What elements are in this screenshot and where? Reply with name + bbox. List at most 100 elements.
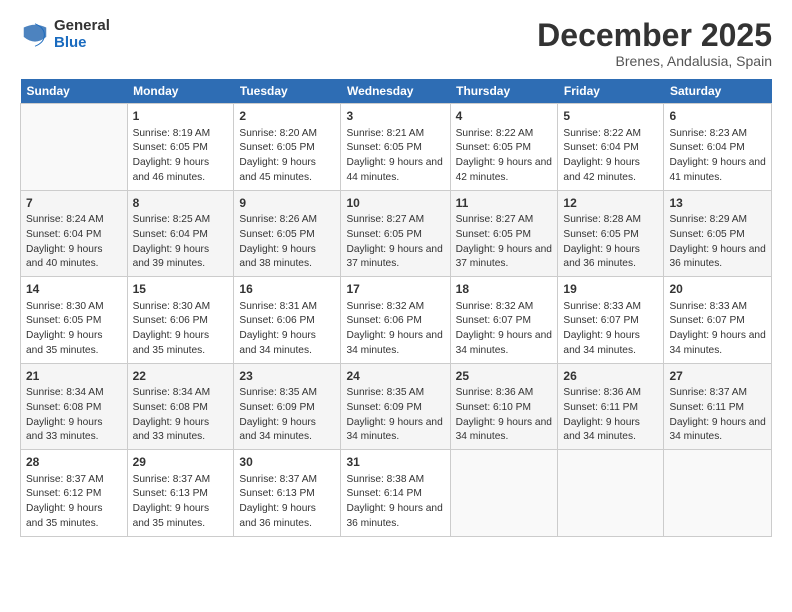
calendar-table: SundayMondayTuesdayWednesdayThursdayFrid…	[20, 79, 772, 537]
sunset-text: Sunset: 6:07 PM	[563, 315, 638, 326]
calendar-cell: 7Sunrise: 8:24 AMSunset: 6:04 PMDaylight…	[21, 190, 128, 277]
header: General Blue December 2025 Brenes, Andal…	[20, 18, 772, 69]
day-number: 21	[26, 368, 122, 385]
calendar-cell: 13 Sunrise: 8:29 AM Sunset: 6:05 PM Dayligh…	[664, 190, 772, 277]
sunrise-text: Sunrise: 8:26 AM	[239, 214, 317, 225]
sunrise-text: Sunrise: 8:37 AM	[669, 387, 747, 398]
sunset-text: Sunset: 6:07 PM	[669, 315, 744, 326]
calendar-cell	[21, 104, 128, 191]
daylight-text: Daylight: 9 hours and 34 minutes.	[346, 417, 442, 443]
sunrise-text: Sunrise: 8:37 AM	[133, 474, 211, 485]
calendar-cell: 24Sunrise: 8:35 AMSunset: 6:09 PMDayligh…	[341, 363, 450, 450]
sunrise-text: Sunrise: 8:34 AM	[133, 387, 211, 398]
month-title: December 2025	[537, 18, 772, 53]
daylight-text: Daylight: 9 hours and 35 minutes.	[133, 330, 209, 356]
sunrise-text: Sunrise: 8:33 AM	[669, 301, 747, 312]
logo-icon	[20, 20, 50, 50]
sunset-text: Sunset: 6:06 PM	[239, 315, 314, 326]
sunset-text: Sunset: 6:05 PM	[456, 229, 531, 240]
day-number: 22	[133, 368, 229, 385]
sunset-text: Sunset: 6:05 PM	[239, 229, 314, 240]
week-row-3: 21 Sunrise: 8:34 AM Sunset: 6:08 PM Dayligh…	[21, 363, 772, 450]
day-number: 13	[669, 195, 766, 212]
sunset-text: Sunset: 6:08 PM	[26, 402, 101, 413]
calendar-cell: 28Sunrise: 8:37 AMSunset: 6:12 PMDayligh…	[21, 450, 128, 537]
sunset-text: Sunset: 6:11 PM	[563, 402, 638, 413]
daylight-text: Daylight: 9 hours and 36 minutes.	[669, 244, 765, 270]
logo: General Blue	[20, 18, 110, 51]
sunset-text: Sunset: 6:04 PM	[133, 229, 208, 240]
calendar-cell: 21Sunrise: 8:34 AMSunset: 6:08 PMDayligh…	[21, 363, 128, 450]
sunrise-text: Sunrise: 8:24 AM	[26, 214, 104, 225]
calendar-cell: 4Sunrise: 8:22 AMSunset: 6:05 PMDaylight…	[450, 104, 558, 191]
daylight-text: Daylight: 9 hours and 34 minutes.	[456, 330, 552, 356]
daylight-text: Daylight: 9 hours and 37 minutes.	[346, 244, 442, 270]
day-number: 4	[456, 108, 553, 125]
header-row: SundayMondayTuesdayWednesdayThursdayFrid…	[21, 79, 772, 104]
calendar-cell: 11Sunrise: 8:27 AMSunset: 6:05 PMDayligh…	[450, 190, 558, 277]
calendar-cell: 12Sunrise: 8:28 AMSunset: 6:05 PMDayligh…	[558, 190, 664, 277]
daylight-text: Daylight: 9 hours and 42 minutes.	[563, 157, 639, 183]
sunset-text: Sunset: 6:13 PM	[239, 488, 314, 499]
daylight-text: Daylight: 9 hours and 34 minutes.	[239, 417, 315, 443]
sunset-text: Sunset: 6:09 PM	[239, 402, 314, 413]
sunrise-text: Sunrise: 8:20 AM	[239, 128, 317, 139]
day-number: 29	[133, 454, 229, 471]
daylight-text: Daylight: 9 hours and 35 minutes.	[26, 503, 102, 529]
day-number: 25	[456, 368, 553, 385]
sunset-text: Sunset: 6:06 PM	[346, 315, 421, 326]
calendar-cell: 26Sunrise: 8:36 AMSunset: 6:11 PMDayligh…	[558, 363, 664, 450]
day-number: 19	[563, 281, 658, 298]
calendar-cell: 5Sunrise: 8:22 AMSunset: 6:04 PMDaylight…	[558, 104, 664, 191]
calendar-cell: 16Sunrise: 8:31 AMSunset: 6:06 PMDayligh…	[234, 277, 341, 364]
calendar-cell: 19Sunrise: 8:33 AMSunset: 6:07 PMDayligh…	[558, 277, 664, 364]
logo-general-text: General	[54, 18, 110, 35]
daylight-text: Daylight: 9 hours and 34 minutes.	[563, 330, 639, 356]
sunrise-text: Sunrise: 8:25 AM	[133, 214, 211, 225]
daylight-text: Daylight: 9 hours and 36 minutes.	[563, 244, 639, 270]
daylight-text: Daylight: 9 hours and 34 minutes.	[239, 330, 315, 356]
sunrise-text: Sunrise: 8:21 AM	[346, 128, 424, 139]
sunset-text: Sunset: 6:05 PM	[669, 229, 744, 240]
day-number: 26	[563, 368, 658, 385]
calendar-cell: 22 Sunrise: 8:34 AM Sunset: 6:08 PM Dayligh…	[127, 363, 234, 450]
sunset-text: Sunset: 6:11 PM	[669, 402, 744, 413]
week-row-1: 7 Sunrise: 8:24 AM Sunset: 6:04 PM Daylight…	[21, 190, 772, 277]
day-number: 15	[133, 281, 229, 298]
calendar-cell: 1Sunrise: 8:19 AMSunset: 6:05 PMDaylight…	[127, 104, 234, 191]
calendar-cell: 8Sunrise: 8:25 AMSunset: 6:04 PMDaylight…	[127, 190, 234, 277]
sunrise-text: Sunrise: 8:37 AM	[239, 474, 317, 485]
day-number: 31	[346, 454, 444, 471]
logo-text: General Blue	[54, 18, 110, 51]
sunset-text: Sunset: 6:05 PM	[26, 315, 101, 326]
col-header-wednesday: Wednesday	[341, 79, 450, 104]
page: General Blue December 2025 Brenes, Andal…	[0, 0, 792, 612]
day-number: 8	[133, 195, 229, 212]
sunrise-text: Sunrise: 8:34 AM	[26, 387, 104, 398]
daylight-text: Daylight: 9 hours and 45 minutes.	[239, 157, 315, 183]
daylight-text: Daylight: 9 hours and 34 minutes.	[669, 330, 765, 356]
sunset-text: Sunset: 6:07 PM	[456, 315, 531, 326]
daylight-text: Daylight: 9 hours and 36 minutes.	[346, 503, 442, 529]
calendar-cell	[664, 450, 772, 537]
sunset-text: Sunset: 6:09 PM	[346, 402, 421, 413]
day-number: 10	[346, 195, 444, 212]
sunrise-text: Sunrise: 8:29 AM	[669, 214, 747, 225]
week-row-2: 14Sunrise: 8:30 AMSunset: 6:05 PMDayligh…	[21, 277, 772, 364]
daylight-text: Daylight: 9 hours and 33 minutes.	[133, 417, 209, 443]
sunrise-text: Sunrise: 8:32 AM	[346, 301, 424, 312]
daylight-text: Daylight: 9 hours and 34 minutes.	[669, 417, 765, 443]
sunrise-text: Sunrise: 8:27 AM	[346, 214, 424, 225]
sunset-text: Sunset: 6:14 PM	[346, 488, 421, 499]
col-header-friday: Friday	[558, 79, 664, 104]
calendar-cell: 10Sunrise: 8:27 AMSunset: 6:05 PMDayligh…	[341, 190, 450, 277]
sunset-text: Sunset: 6:05 PM	[346, 142, 421, 153]
day-number: 28	[26, 454, 122, 471]
sunset-text: Sunset: 6:05 PM	[239, 142, 314, 153]
day-number: 30	[239, 454, 335, 471]
day-number: 7	[26, 195, 122, 212]
day-number: 23	[239, 368, 335, 385]
sunrise-text: Sunrise: 8:35 AM	[239, 387, 317, 398]
sunset-text: Sunset: 6:08 PM	[133, 402, 208, 413]
day-number: 14	[26, 281, 122, 298]
